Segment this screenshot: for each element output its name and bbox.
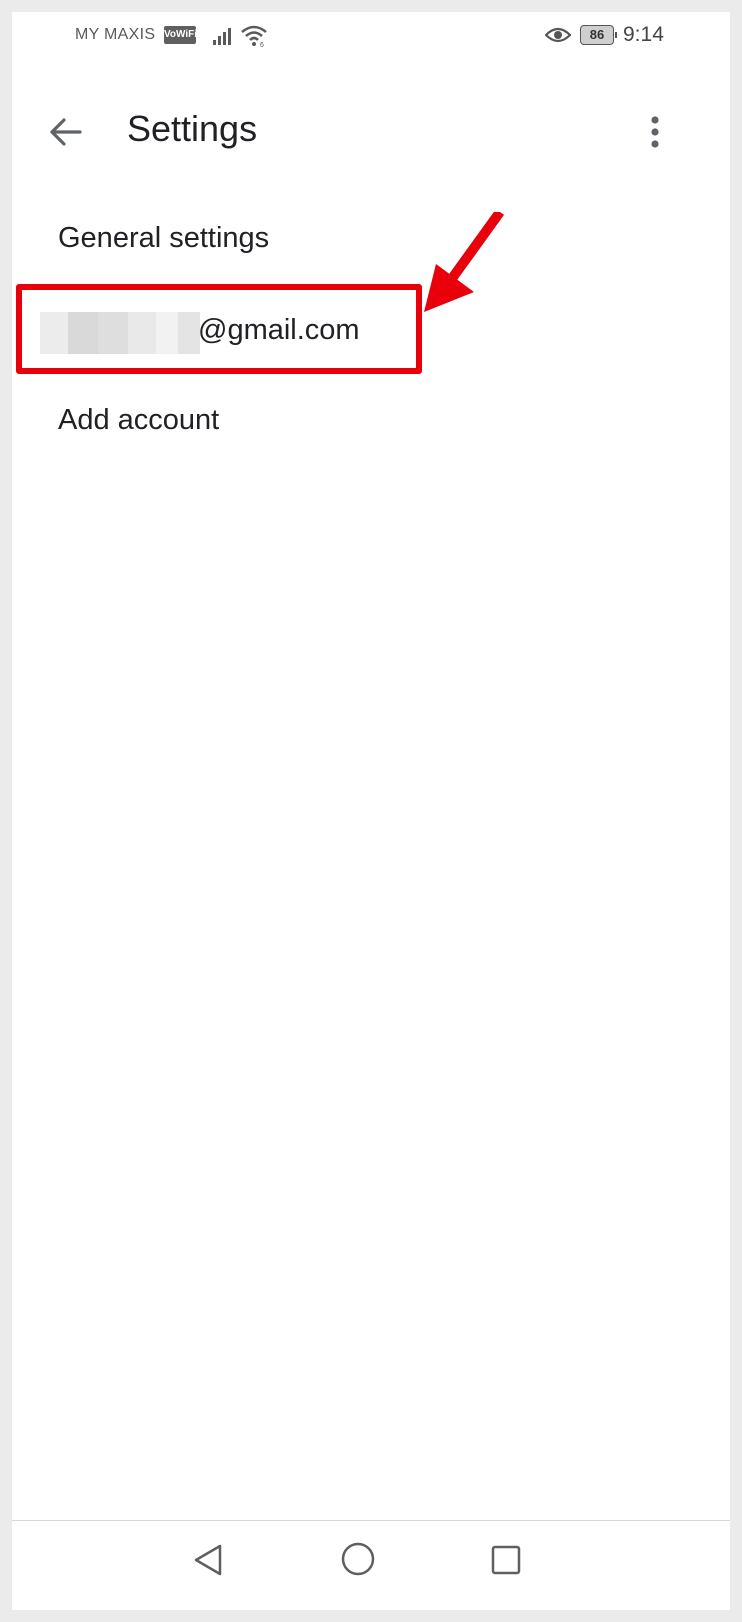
status-bar: MY MAXIS VoWiFi 6 86 9:14: [12, 12, 730, 60]
nav-divider: [12, 1520, 730, 1521]
arrow-back-icon[interactable]: [46, 112, 86, 152]
carrier-name: MY MAXIS: [75, 26, 156, 43]
more-vert-icon[interactable]: [640, 112, 670, 152]
general-settings-item[interactable]: General settings: [12, 204, 730, 292]
annotation-arrow-icon: [424, 212, 505, 312]
page-title: Settings: [127, 108, 258, 149]
app-bar: Settings: [12, 92, 730, 172]
general-settings-label: General settings: [58, 222, 270, 254]
phone-screen: MY MAXIS VoWiFi 6 86 9:14 Settings Gener…: [12, 12, 730, 1610]
add-account-item[interactable]: Add account: [12, 390, 730, 478]
add-account-label: Add account: [58, 404, 220, 436]
wifi-icon: 6: [241, 25, 267, 48]
circle-home-icon[interactable]: [340, 1541, 376, 1577]
eye-comfort-icon: [545, 27, 571, 43]
triangle-back-icon[interactable]: [190, 1542, 226, 1578]
svg-text:6: 6: [260, 42, 264, 48]
signal-icon: [213, 28, 231, 45]
square-recents-icon[interactable]: [490, 1544, 522, 1576]
highlight-box: [16, 284, 422, 374]
vowifi-badge: VoWiFi: [164, 26, 197, 44]
battery-indicator: 86: [580, 25, 617, 45]
clock: 9:14: [623, 23, 664, 46]
